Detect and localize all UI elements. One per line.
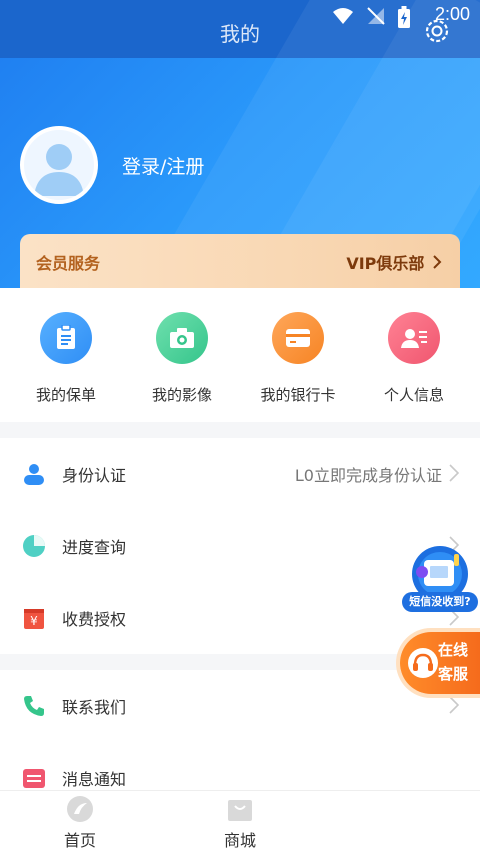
identity-level-hint: L0立即完成身份认证 <box>294 466 442 485</box>
progress-icon <box>23 535 45 557</box>
tab-label: 商城 <box>223 831 256 850</box>
fee-auth-icon: ¥ <box>24 609 44 629</box>
tab-home[interactable]: 首页 <box>0 795 160 851</box>
sms-badge-icon <box>412 546 468 596</box>
bottom-tab-bar: 首页 商城 <box>0 790 480 853</box>
service-label-line2: 客服 <box>438 665 469 683</box>
menu-label: 联系我们 <box>62 698 127 717</box>
shop-bag-icon <box>228 800 252 821</box>
page-title: 我的 <box>220 22 260 46</box>
quick-label: 我的保单 <box>35 386 96 404</box>
vip-card[interactable]: 会员服务 VIP俱乐部 <box>20 234 460 290</box>
quick-actions: 我的保单 我的影像 我的银行卡 个人信息 <box>0 288 480 422</box>
member-service-label: 会员服务 <box>36 254 101 273</box>
vip-club-link[interactable]: VIP俱乐部 <box>346 250 442 274</box>
service-label-line1: 在线 <box>438 641 469 659</box>
menu-label: 身份认证 <box>62 466 127 485</box>
quick-item-my-policy[interactable]: 我的保单 <box>6 312 126 405</box>
menu-label: 进度查询 <box>62 538 127 557</box>
section-divider <box>0 422 480 438</box>
avatar[interactable] <box>20 126 98 204</box>
svg-text:¥: ¥ <box>30 614 38 628</box>
person-info-icon <box>401 329 427 348</box>
tab-shop[interactable]: 商城 <box>160 795 320 851</box>
sms-not-received-button[interactable]: 短信没收到? <box>400 542 480 616</box>
quick-item-my-images[interactable]: 我的影像 <box>122 312 242 405</box>
headset-icon <box>408 648 438 678</box>
bank-card-icon <box>286 329 310 347</box>
chevron-right-icon <box>449 464 460 482</box>
online-service-button[interactable]: 在线 客服 <box>400 632 480 694</box>
quick-label: 我的银行卡 <box>260 386 336 404</box>
message-icon <box>23 769 45 788</box>
home-logo-icon <box>67 796 93 822</box>
policy-icon <box>57 325 75 349</box>
tab-label: 首页 <box>63 831 96 850</box>
quick-item-personal-info[interactable]: 个人信息 <box>354 312 474 405</box>
login-register-link[interactable]: 登录/注册 <box>122 152 204 179</box>
menu-label: 消息通知 <box>62 770 127 789</box>
chevron-right-icon <box>449 696 460 714</box>
menu-item-identity[interactable]: 身份认证 L0立即完成身份认证 <box>0 438 480 510</box>
chevron-right-icon <box>433 255 442 269</box>
phone-icon <box>24 696 44 716</box>
gear-icon[interactable] <box>422 16 452 46</box>
quick-item-my-bank-card[interactable]: 我的银行卡 <box>238 312 358 405</box>
camera-icon <box>170 328 194 348</box>
identity-icon <box>24 464 44 485</box>
quick-label: 我的影像 <box>151 386 212 404</box>
default-avatar-icon <box>34 144 84 196</box>
sms-label: 短信没收到? <box>402 592 478 612</box>
vip-club-label: VIP俱乐部 <box>346 254 425 273</box>
quick-label: 个人信息 <box>383 386 444 404</box>
menu-label: 收费授权 <box>62 610 127 629</box>
profile-header: 2:00 我的 登录/注册 会员服务 VIP俱乐部 <box>0 0 480 290</box>
